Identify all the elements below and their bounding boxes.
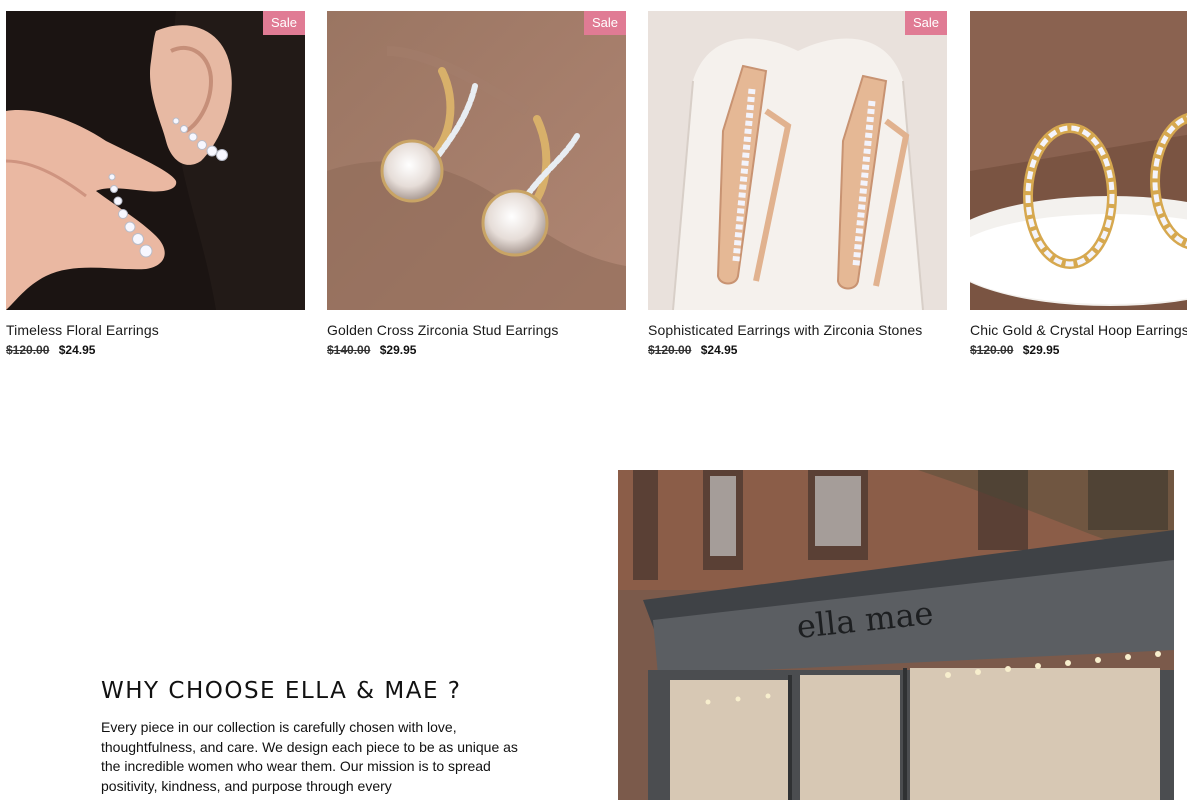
product-prices: $140.00 $29.95: [327, 343, 626, 357]
sale-price: $24.95: [700, 343, 738, 357]
product-image[interactable]: Sale: [6, 11, 305, 310]
compare-at-price: $140.00: [327, 343, 371, 357]
sale-price: $29.95: [1022, 343, 1060, 357]
product-title[interactable]: Timeless Floral Earrings: [6, 322, 305, 338]
product-card[interactable]: Chic Gold & Crystal Hoop Earrings $120.0…: [970, 11, 1187, 357]
page: Sale Timeless Floral Earrings $120.00 $2…: [0, 0, 1187, 800]
product-prices: $120.00 $29.95: [970, 343, 1187, 357]
product-title[interactable]: Sophisticated Earrings with Zirconia Sto…: [648, 322, 947, 338]
compare-at-price: $120.00: [648, 343, 692, 357]
compare-at-price: $120.00: [6, 343, 50, 357]
product-prices: $120.00 $24.95: [6, 343, 305, 357]
sale-price: $29.95: [379, 343, 417, 357]
storefront-image: ella mae: [618, 470, 1174, 800]
about-body: Every piece in our collection is careful…: [101, 719, 518, 794]
sale-badge: Sale: [904, 11, 947, 35]
product-image[interactable]: Sale: [648, 11, 947, 310]
product-prices: $120.00 $24.95: [648, 343, 947, 357]
sale-badge: Sale: [262, 11, 305, 35]
about-section: WHY CHOOSE ELLA & MAE ? Every piece in o…: [101, 678, 531, 796]
sale-badge: Sale: [583, 11, 626, 35]
product-title[interactable]: Golden Cross Zirconia Stud Earrings: [327, 322, 626, 338]
product-image[interactable]: [970, 11, 1187, 310]
product-grid: Sale Timeless Floral Earrings $120.00 $2…: [6, 11, 1187, 371]
sale-price: $24.95: [58, 343, 96, 357]
about-heading: WHY CHOOSE ELLA & MAE ?: [101, 678, 462, 704]
product-card[interactable]: Sale Golden Cross Zirconia Stud Earrings…: [327, 11, 626, 357]
product-card[interactable]: Sale Timeless Floral Earrings $120.00 $2…: [6, 11, 305, 357]
product-card[interactable]: Sale Sophisticated Earrings with Zirconi…: [648, 11, 947, 357]
compare-at-price: $120.00: [970, 343, 1014, 357]
product-title[interactable]: Chic Gold & Crystal Hoop Earrings: [970, 322, 1187, 338]
product-image[interactable]: Sale: [327, 11, 626, 310]
